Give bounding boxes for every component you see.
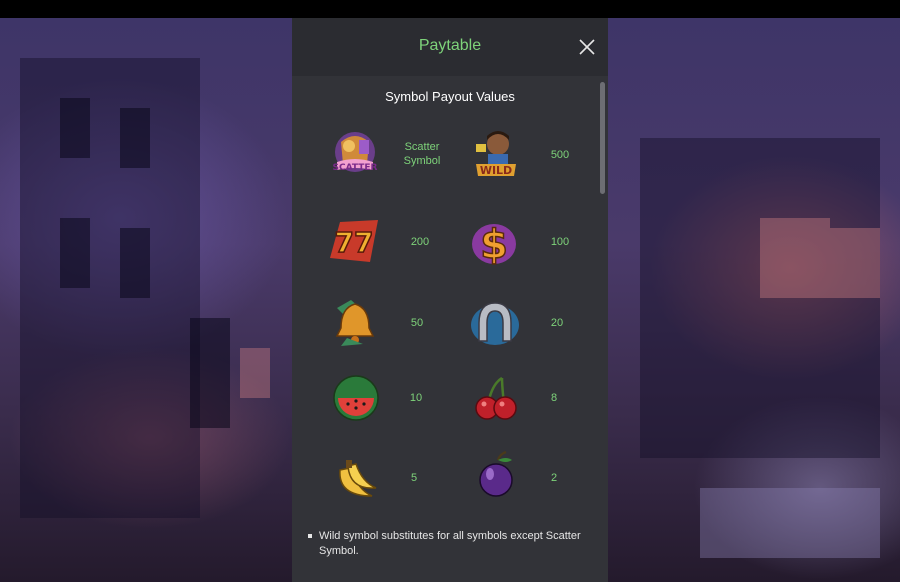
watermelon-symbol-icon <box>328 370 384 426</box>
section-title: Symbol Payout Values <box>385 89 515 104</box>
sevens-payout: 200 <box>410 236 430 248</box>
dollar-symbol-icon: $ <box>466 214 522 270</box>
watermelon-payout: 10 <box>409 392 423 404</box>
close-button[interactable] <box>577 37 597 57</box>
rules-list-item: Wild symbol substitutes for all symbols … <box>308 529 596 559</box>
wild-symbol-icon: WILD <box>468 126 524 182</box>
bell-payout: 50 <box>410 317 424 329</box>
banana-symbol-icon <box>328 450 384 506</box>
scatter-logo-text: SCATTER <box>333 163 378 173</box>
scrollbar-thumb[interactable] <box>600 82 605 194</box>
bell-symbol-icon <box>327 294 383 350</box>
dollar-payout: 100 <box>550 236 570 248</box>
horseshoe-symbol-icon <box>467 295 523 351</box>
scatter-payout: Scatter Symbol <box>403 141 441 167</box>
wild-logo-text: WILD <box>480 164 512 177</box>
cherries-payout: 8 <box>550 392 558 404</box>
wild-rule-text: Wild symbol substitutes for all symbols … <box>319 530 581 557</box>
scatter-symbol-icon: SCATTER <box>327 126 383 182</box>
banana-payout: 5 <box>410 472 418 484</box>
dollar-logo-text: $ <box>480 222 508 268</box>
plum-symbol-icon <box>468 446 524 502</box>
panel-title: Paytable <box>418 37 482 54</box>
top-bar <box>0 0 900 18</box>
bullet-icon <box>308 534 312 538</box>
sevens-logo-text: 77 <box>335 226 374 259</box>
close-icon <box>579 39 595 55</box>
plum-payout: 2 <box>550 472 558 484</box>
panel-header: Paytable <box>292 18 608 76</box>
paytable-panel: Paytable Symbol Payout Values SCATTER Sc… <box>292 18 608 582</box>
cherries-symbol-icon <box>468 370 524 426</box>
horseshoe-payout: 20 <box>550 317 564 329</box>
sevens-symbol-icon: 77 <box>326 212 382 268</box>
wild-payout: 500 <box>550 149 570 161</box>
